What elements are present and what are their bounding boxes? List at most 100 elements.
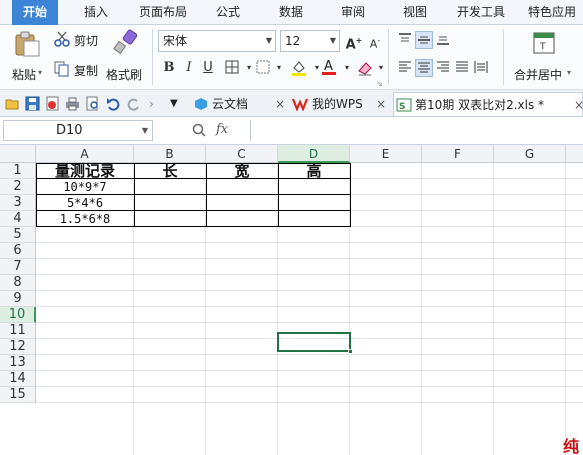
row-header[interactable]: 13	[0, 355, 36, 371]
wps-logo-icon	[292, 98, 308, 111]
format-painter-button[interactable]: 格式刷	[106, 29, 146, 85]
fill-handle[interactable]	[348, 349, 353, 354]
close-icon[interactable]: ×	[574, 93, 583, 117]
chevron-down-icon[interactable]: ▾	[270, 59, 288, 77]
copy-button[interactable]: 复制	[54, 59, 102, 79]
zoom-formula-icon[interactable]	[192, 123, 206, 137]
row-header[interactable]: 14	[0, 371, 36, 387]
menu-tab-view[interactable]: 视图	[392, 0, 438, 25]
redo-dropdown-icon[interactable]: ›	[149, 92, 161, 116]
row-header[interactable]: 7	[0, 259, 36, 275]
chevron-down-icon[interactable]: ▾	[338, 59, 356, 77]
column-header-c[interactable]: C	[206, 145, 278, 163]
close-icon[interactable]: ×	[275, 92, 285, 116]
font-name-select[interactable]: 宋体 ▼	[158, 30, 276, 52]
formula-input[interactable]	[250, 120, 583, 141]
print-icon[interactable]	[65, 96, 80, 111]
redo-icon[interactable]	[126, 96, 141, 111]
menu-tab-special[interactable]: 特色应用	[522, 0, 582, 25]
row-header[interactable]: 1	[0, 163, 36, 179]
cut-button[interactable]: 剪切	[54, 29, 102, 49]
column-header-a[interactable]: A	[36, 145, 134, 163]
align-top-icon[interactable]	[396, 31, 414, 49]
column-header-partial[interactable]	[566, 145, 583, 163]
font-dialog-launcher-icon[interactable]: ↘	[376, 79, 383, 88]
menu-tab-data[interactable]: 数据	[268, 0, 314, 25]
row-header[interactable]: 5	[0, 227, 36, 243]
customize-quick-access-icon[interactable]: ▼	[170, 92, 184, 116]
chevron-down-icon[interactable]: ▾	[567, 68, 571, 77]
select-all-corner[interactable]	[0, 145, 36, 163]
distributed-align-icon[interactable]	[472, 59, 490, 77]
cell-b3[interactable]	[134, 195, 207, 211]
row-header[interactable]: 15	[0, 387, 36, 403]
menu-tab-review[interactable]: 审阅	[330, 0, 376, 25]
align-middle-icon[interactable]	[415, 31, 433, 49]
cell-d2[interactable]	[278, 179, 351, 195]
cell-a2[interactable]: 10*9*7	[36, 179, 135, 195]
row-header[interactable]: 12	[0, 339, 36, 355]
cell-b4[interactable]	[134, 211, 207, 227]
merge-center-button[interactable]: T 合并居中 ▾	[512, 29, 578, 85]
cell-c1[interactable]: 宽	[206, 163, 279, 179]
fill-color-icon[interactable]	[290, 59, 308, 77]
cell-b1[interactable]: 长	[134, 163, 207, 179]
decrease-font-size-icon[interactable]: A-	[366, 32, 384, 51]
menu-tab-insert[interactable]: 插入	[73, 0, 119, 25]
menu-tab-home[interactable]: 开始	[12, 0, 58, 25]
chevron-down-icon: ▼	[141, 126, 148, 135]
tab-my-wps[interactable]: 我的WPS ×	[290, 92, 390, 116]
undo-icon[interactable]	[106, 96, 121, 111]
open-folder-icon[interactable]	[5, 96, 20, 111]
column-header-f[interactable]: F	[422, 145, 494, 163]
font-color-icon[interactable]: A	[320, 58, 338, 76]
cell-b2[interactable]	[134, 179, 207, 195]
column-header-d[interactable]: D	[278, 145, 350, 163]
cell-a1[interactable]: 量测记录	[36, 163, 135, 179]
row-header[interactable]: 3	[0, 195, 36, 211]
row-header[interactable]: 9	[0, 291, 36, 307]
column-header-g[interactable]: G	[494, 145, 566, 163]
menu-tab-formulas[interactable]: 公式	[205, 0, 251, 25]
cell-d4[interactable]	[278, 211, 351, 227]
row-header[interactable]: 11	[0, 323, 36, 339]
row-header[interactable]: 10	[0, 307, 36, 323]
font-size-select[interactable]: 12 ▼	[280, 30, 340, 52]
row-header[interactable]: 6	[0, 243, 36, 259]
paste-dropdown-icon[interactable]: ▾	[38, 68, 42, 77]
cell-d3[interactable]	[278, 195, 351, 211]
print-preview-icon[interactable]	[85, 96, 100, 111]
paste-button[interactable]: 粘贴 ▾	[10, 29, 44, 85]
cell-a3[interactable]: 5*4*6	[36, 195, 135, 211]
row-header[interactable]: 4	[0, 211, 36, 227]
column-header-e[interactable]: E	[350, 145, 422, 163]
cell-a4[interactable]: 1.5*6*8	[36, 211, 135, 227]
menu-tab-page-layout[interactable]: 页面布局	[132, 0, 194, 25]
align-bottom-icon[interactable]	[434, 31, 452, 49]
close-icon[interactable]: ×	[376, 92, 386, 116]
tab-cloud-docs[interactable]: 云文档 ×	[192, 92, 287, 116]
justify-icon[interactable]	[453, 59, 471, 77]
cell-c2[interactable]	[206, 179, 279, 195]
save-icon[interactable]	[25, 96, 40, 111]
tab-active-document[interactable]: S 第10期 双表比对2.xls * ×	[393, 92, 583, 116]
border-icon[interactable]	[223, 59, 241, 77]
export-pdf-icon[interactable]	[45, 96, 60, 111]
active-cell-d10[interactable]	[277, 332, 353, 354]
bold-icon[interactable]: B	[160, 59, 178, 77]
increase-font-size-icon[interactable]: A+	[345, 32, 363, 52]
column-header-b[interactable]: B	[134, 145, 206, 163]
menu-tab-developer[interactable]: 开发工具	[452, 0, 510, 25]
name-box[interactable]: D10 ▼	[3, 120, 153, 141]
align-right-icon[interactable]	[434, 59, 452, 77]
cell-c4[interactable]	[206, 211, 279, 227]
insert-function-icon[interactable]: fx	[216, 122, 228, 137]
row-header[interactable]: 2	[0, 179, 36, 195]
underline-icon[interactable]: U	[199, 59, 217, 77]
cell-d1[interactable]: 高	[278, 163, 351, 179]
row-header[interactable]: 8	[0, 275, 36, 291]
align-left-icon[interactable]	[396, 59, 414, 77]
align-center-icon[interactable]	[415, 59, 433, 77]
cell-c3[interactable]	[206, 195, 279, 211]
italic-icon[interactable]: I	[180, 59, 198, 77]
